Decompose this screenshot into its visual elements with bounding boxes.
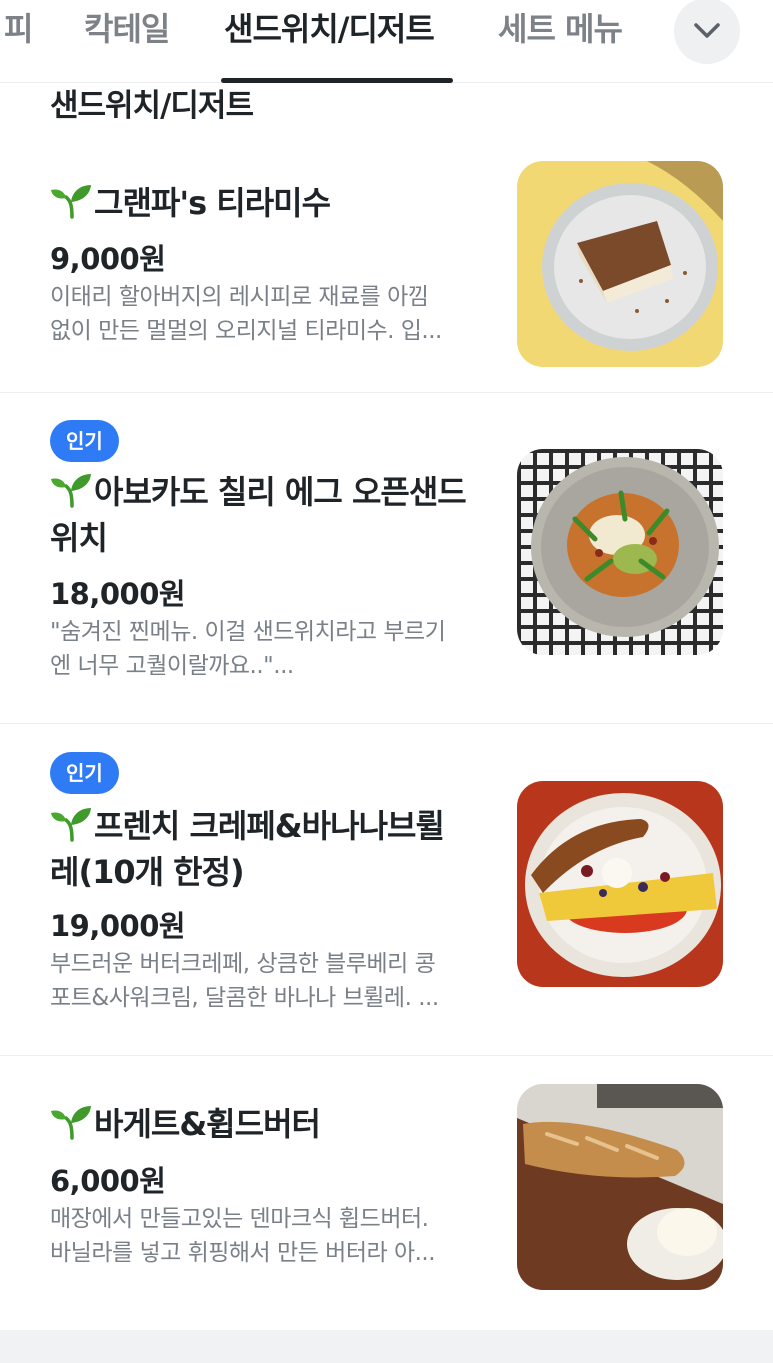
- chevron-down-icon: [694, 23, 720, 38]
- menu-item-name: 프렌치 크레페&바나나브륄 레(10개 한정): [50, 803, 490, 895]
- crepe-banana-photo: [517, 781, 723, 987]
- menu-item-price: 19,000원: [50, 909, 186, 943]
- sprout-icon: [51, 808, 91, 842]
- sprout-icon: [51, 185, 91, 219]
- category-tab-bar: 피 칵테일 샌드위치/디저트 세트 메뉴: [0, 0, 773, 83]
- more-categories-button[interactable]: [674, 0, 740, 64]
- popular-badge: 인기: [50, 420, 119, 462]
- avocado-sandwich-photo: [517, 449, 723, 655]
- menu-item-name: 그랜파's 티라미수: [50, 180, 490, 226]
- menu-item[interactable]: 인기 프렌치 크레페&바나나브륄 레(10개 한정) 19,000원 부드러운 버…: [0, 723, 773, 1056]
- tab-set-menu[interactable]: 세트 메뉴: [498, 4, 623, 50]
- menu-item-price: 9,000원: [50, 242, 166, 276]
- menu-item-price: 18,000원: [50, 577, 186, 611]
- active-tab-indicator: [221, 78, 453, 83]
- baguette-butter-photo: [517, 1084, 723, 1290]
- sprout-icon: [51, 1106, 91, 1140]
- tab-coffee[interactable]: 피: [4, 4, 33, 50]
- menu-item-description: 부드러운 버터크레페, 상큼한 블루베리 콩 포트&사워크림, 달콤한 바나나 브…: [50, 951, 439, 1011]
- sprout-icon: [51, 474, 91, 508]
- menu-item[interactable]: 바게트&휩드버터 6,000원 매장에서 만들고있는 덴마크식 휩드버터. 바닐라…: [0, 1055, 773, 1331]
- menu-item-name: 아보카도 칠리 에그 오픈샌드 위치: [50, 469, 490, 561]
- tiramisu-photo: [517, 161, 723, 367]
- bottom-divider: [0, 1330, 773, 1363]
- menu-item-name: 바게트&휩드버터: [50, 1101, 490, 1147]
- menu-item[interactable]: 그랜파's 티라미수 9,000원 이태리 할아버지의 레시피로 재료를 아낌 없…: [0, 130, 773, 392]
- menu-item-description: "숨겨진 찐메뉴. 이걸 샌드위치라고 부르기 엔 너무 고퀄이랄까요.."...: [50, 619, 446, 679]
- menu-item-description: 매장에서 만들고있는 덴마크식 휩드버터. 바닐라를 넣고 휘핑해서 만든 버터라…: [50, 1206, 436, 1266]
- tab-sandwich-dessert[interactable]: 샌드위치/디저트: [224, 4, 435, 50]
- menu-item-price: 6,000원: [50, 1164, 166, 1198]
- tab-cocktail[interactable]: 칵테일: [84, 4, 170, 50]
- menu-item[interactable]: 인기 아보카도 칠리 에그 오픈샌드 위치 18,000원 "숨겨진 찐메뉴. 이…: [0, 392, 773, 724]
- popular-badge: 인기: [50, 752, 119, 794]
- menu-item-description: 이태리 할아버지의 레시피로 재료를 아낌 없이 만든 멀멀의 오리지널 티라미수…: [50, 284, 442, 344]
- section-title: 샌드위치/디저트: [50, 88, 254, 124]
